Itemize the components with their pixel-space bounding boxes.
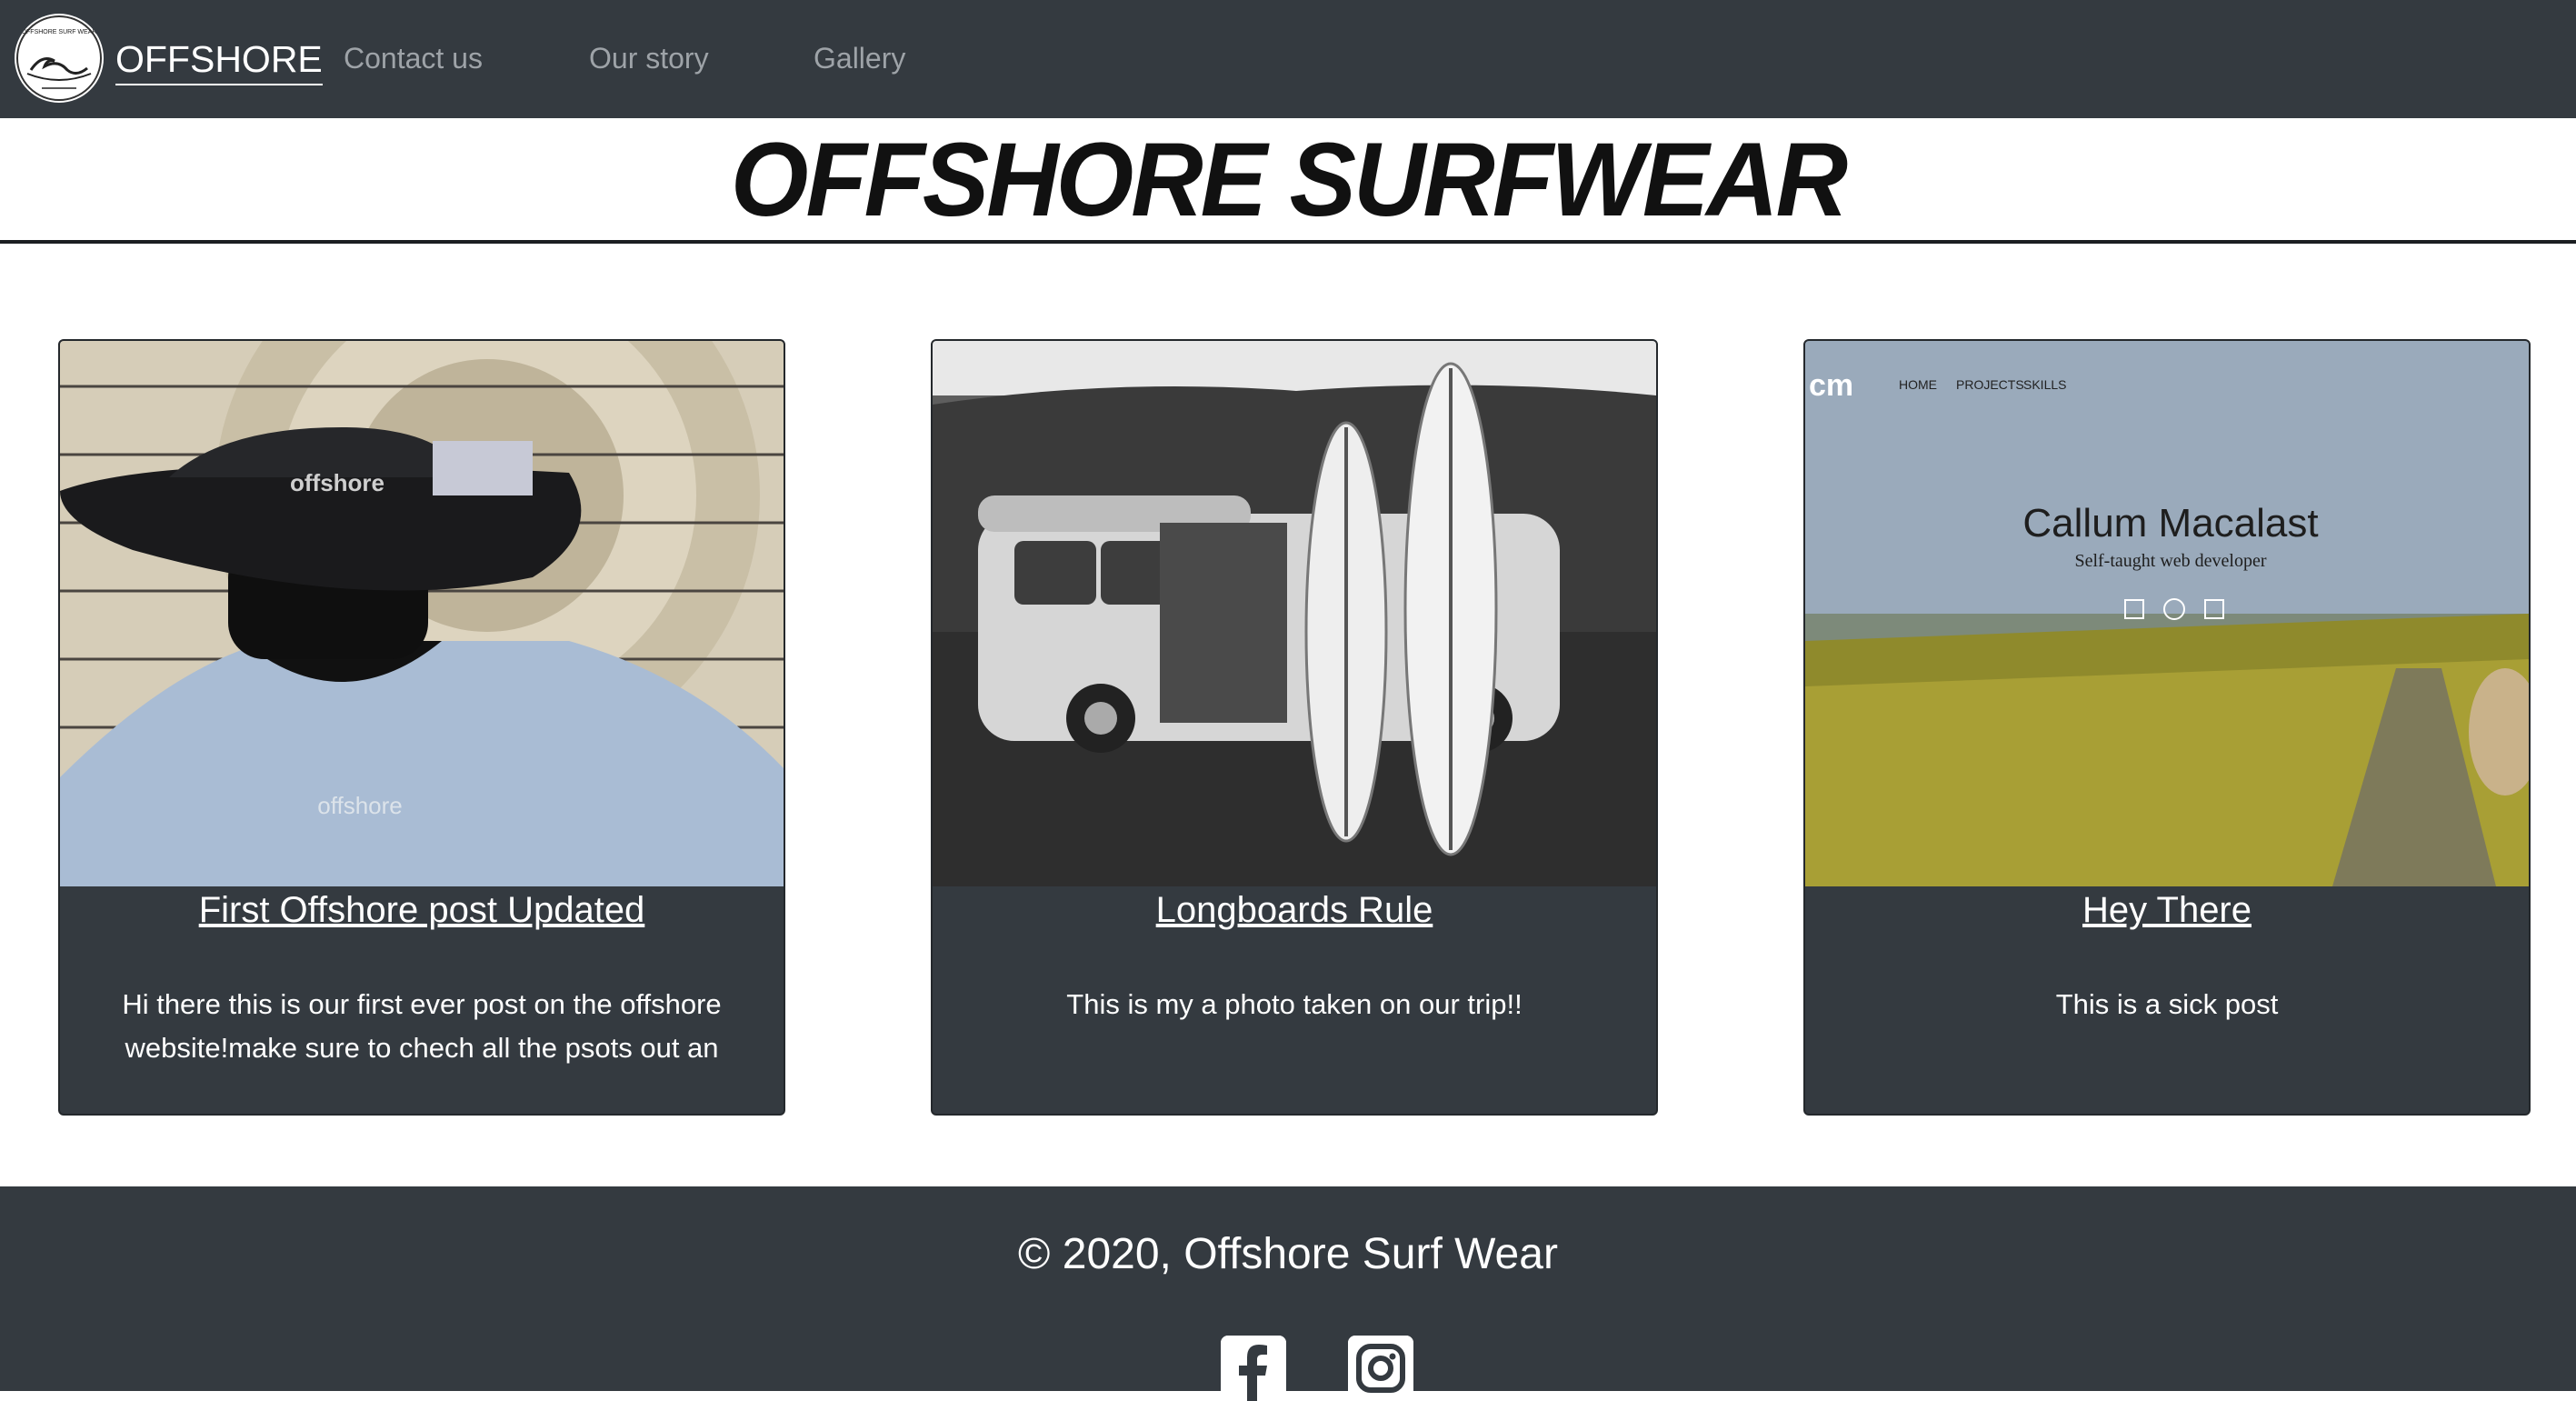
site-nav-projects: PROJECTS [1956,377,2024,392]
page-header: OFFSHORE SURFWEAR [0,118,2576,244]
site-logo-text: cm [1809,368,1853,403]
post-card: cm HOME PROJECTS SKILLS Callum Macalast … [1803,339,2531,1116]
post-excerpt: This is a sick post [2055,988,2279,1020]
shirt-logo-text: offshore [317,792,402,819]
post-excerpt: This is my a photo taken on our trip!! [1066,988,1523,1020]
copyright-text: © 2020, Offshore Surf Wear [1018,1230,1558,1278]
post-card: offshore offshore First Offshore post Up… [58,339,785,1116]
facebook-icon[interactable] [1221,1336,1286,1401]
logo-text: OFFSHORE SURF WEAR [22,29,97,35]
site-nav-skills: SKILLS [2023,377,2066,392]
post-image-van-surfboards[interactable] [933,341,1656,886]
nav-our-story[interactable]: Our story [589,38,709,78]
instagram-icon[interactable] [1348,1336,1413,1401]
post-title-link[interactable]: Longboards Rule [933,886,1656,934]
post-image-hat-shirt[interactable]: offshore offshore [60,341,784,886]
post-card: Longboards Rule This is my a photo taken… [931,339,1658,1116]
site-nav-home: HOME [1899,377,1937,392]
post-title-link[interactable]: Hey There [1805,886,2529,934]
navbar: OFFSHORE SURF WEAR OFFSHORE Contact us O… [0,0,2576,118]
brand-logo[interactable]: OFFSHORE SURF WEAR [15,14,104,103]
nav-contact-us[interactable]: Contact us [344,38,483,78]
brand-link[interactable]: OFFSHORE [115,36,323,85]
nav-gallery[interactable]: Gallery [814,38,905,78]
post-image-website-screenshot[interactable]: cm HOME PROJECTS SKILLS Callum Macalast … [1805,341,2529,886]
post-excerpt: Hi there this is our first ever post on … [122,988,722,1064]
site-hero-tagline: Self-taught web developer [2074,551,2266,571]
site-hero-name: Callum Macalast [2022,501,2318,545]
footer: © 2020, Offshore Surf Wear [0,1186,2576,1401]
hat-logo-text: offshore [290,469,384,496]
page-title: OFFSHORE SURFWEAR [730,120,1848,239]
post-title-link[interactable]: First Offshore post Updated [60,886,784,934]
